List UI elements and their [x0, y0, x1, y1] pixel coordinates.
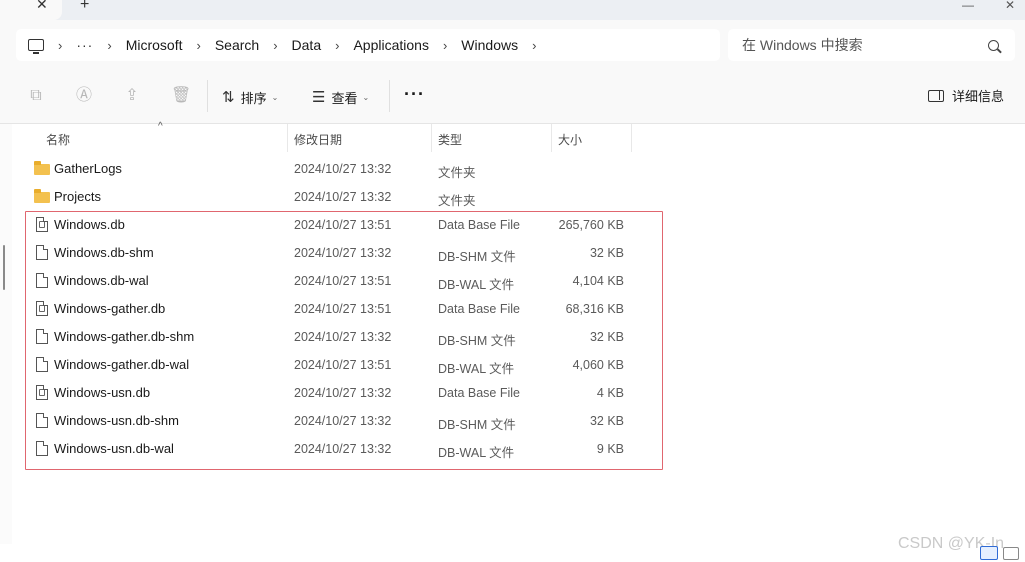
chevron-right-icon[interactable]: ›	[58, 38, 62, 53]
chevron-right-icon[interactable]: ›	[196, 38, 200, 53]
status-bar	[0, 544, 1025, 562]
column-header-modified[interactable]: 修改日期	[294, 131, 342, 148]
toolbar-divider	[389, 80, 390, 112]
list-item[interactable]: Projects 2024/10/27 13:32 文件夹	[12, 183, 652, 211]
search-input[interactable]: 在 Windows 中搜索	[742, 35, 988, 55]
file-type: 文件夹	[438, 194, 476, 208]
chevron-right-icon[interactable]: ›	[443, 38, 447, 53]
file-type: 文件夹	[438, 166, 476, 180]
sort-ascending-icon: ^	[158, 121, 163, 132]
tiles-view-icon[interactable]	[1003, 547, 1019, 560]
search-icon[interactable]	[988, 39, 999, 51]
column-header-type[interactable]: 类型	[438, 131, 462, 148]
pane-scrollbar[interactable]	[3, 245, 5, 290]
command-bar: ⧉ Ⓐ ⇪ 🗑 ⇅ 排序 ⌄ ☰ 查看 ⌄ ··· 详细信息	[0, 68, 1025, 124]
file-modified: 2024/10/27 13:32	[294, 162, 392, 176]
breadcrumb-item-windows[interactable]: Windows	[461, 37, 518, 53]
search-box[interactable]: 在 Windows 中搜索	[728, 29, 1015, 61]
details-pane-icon	[928, 89, 944, 102]
column-divider[interactable]	[631, 124, 632, 152]
active-tab[interactable]: ✕	[0, 0, 62, 20]
share-icon[interactable]: ⇪	[123, 87, 141, 105]
more-options-button[interactable]: ···	[404, 84, 425, 105]
breadcrumb-item-applications[interactable]: Applications	[353, 37, 429, 53]
chevron-right-icon[interactable]: ›	[107, 38, 111, 53]
breadcrumb-item-search[interactable]: Search	[215, 37, 259, 53]
navigation-bar: › ··· › Microsoft › Search › Data › Appl…	[0, 20, 1025, 68]
close-window-icon[interactable]: ✕	[1005, 0, 1015, 12]
file-name: GatherLogs	[54, 161, 122, 176]
view-label: 查看	[331, 90, 358, 106]
chevron-right-icon[interactable]: ›	[273, 38, 277, 53]
column-header-name[interactable]: 名称	[46, 131, 70, 148]
view-list-icon: ☰	[312, 89, 326, 106]
breadcrumb-item-microsoft[interactable]: Microsoft	[126, 37, 183, 53]
toolbar-divider	[207, 80, 208, 112]
chevron-down-icon: ⌄	[271, 92, 279, 102]
chevron-right-icon[interactable]: ›	[335, 38, 339, 53]
sort-button[interactable]: ⇅ 排序 ⌄	[222, 86, 278, 108]
chevron-down-icon: ⌄	[362, 92, 370, 102]
column-divider[interactable]	[287, 124, 288, 152]
sort-icon: ⇅	[222, 89, 235, 106]
chevron-right-icon[interactable]: ›	[532, 38, 536, 53]
copy-icon[interactable]: ⧉	[27, 87, 45, 105]
tab-strip: ✕ + — ✕	[0, 0, 1025, 20]
delete-icon[interactable]: 🗑	[171, 87, 191, 105]
this-pc-icon[interactable]	[28, 39, 44, 54]
column-divider[interactable]	[431, 124, 432, 152]
details-view-icon[interactable]	[980, 546, 998, 560]
navigation-pane-edge	[0, 124, 12, 544]
breadcrumb-item-data[interactable]: Data	[292, 37, 322, 53]
address-bar[interactable]: › ··· › Microsoft › Search › Data › Appl…	[16, 29, 720, 61]
folder-icon	[34, 189, 50, 203]
list-item[interactable]: GatherLogs 2024/10/27 13:32 文件夹	[12, 155, 652, 183]
rename-icon[interactable]: Ⓐ	[75, 87, 93, 105]
column-header-row: ^ 名称 修改日期 类型 大小	[12, 121, 652, 152]
details-label: 详细信息	[952, 89, 1005, 104]
sort-label: 排序	[240, 90, 267, 106]
column-header-size[interactable]: 大小	[558, 131, 582, 148]
folder-icon	[34, 161, 50, 175]
file-name: Projects	[54, 189, 101, 204]
new-tab-icon[interactable]: +	[80, 0, 89, 14]
close-tab-icon[interactable]: ✕	[36, 0, 48, 13]
highlight-annotation-box	[25, 211, 663, 470]
file-modified: 2024/10/27 13:32	[294, 190, 392, 204]
view-button[interactable]: ☰ 查看 ⌄	[312, 86, 369, 108]
breadcrumb-overflow-button[interactable]: ···	[76, 37, 93, 53]
column-divider[interactable]	[551, 124, 552, 152]
details-pane-button[interactable]: 详细信息	[928, 86, 1004, 105]
minimize-icon[interactable]: —	[962, 0, 974, 12]
